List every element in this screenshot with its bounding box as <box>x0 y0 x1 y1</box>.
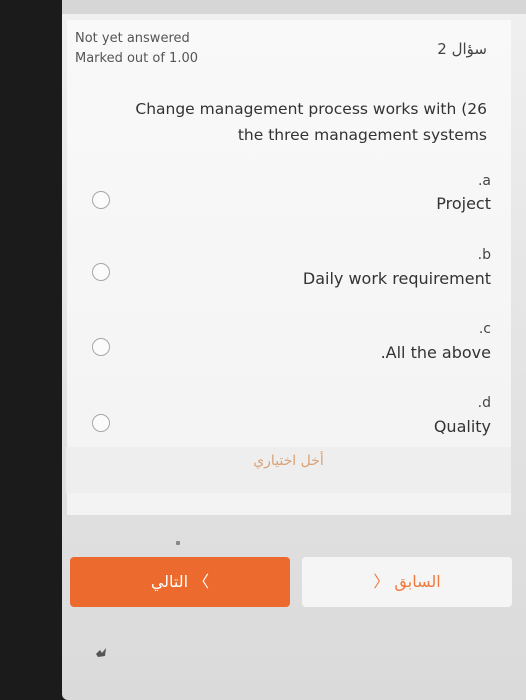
option-d[interactable]: .d Quality <box>67 392 511 452</box>
next-button[interactable]: التالي 〈 <box>70 557 290 607</box>
option-label-c: .All the above <box>380 343 491 362</box>
option-a[interactable]: .a Project <box>67 170 511 230</box>
option-letter-b: .b <box>477 247 491 263</box>
top-strip <box>62 0 526 14</box>
option-label-b: Daily work requirement <box>302 269 491 288</box>
question-text: Change management process works with (26… <box>97 96 487 148</box>
radio-button-b[interactable] <box>92 263 110 281</box>
option-letter-c: .c <box>478 321 491 337</box>
option-label-d: Quality <box>433 417 491 436</box>
question-text-line-2: the three management systems <box>237 126 487 144</box>
option-letter-d: .d <box>477 395 491 411</box>
option-letter-a: .a <box>477 173 491 189</box>
question-text-line-1: Change management process works with (26 <box>135 100 487 118</box>
question-marks: Marked out of 1.00 <box>75 51 199 66</box>
option-b[interactable]: .b Daily work requirement <box>67 244 511 304</box>
question-status: Not yet answered <box>75 31 190 46</box>
option-label-a: Project <box>436 194 491 213</box>
option-c[interactable]: .c .All the above <box>67 318 511 378</box>
question-info: Not yet answered Marked out of 1.00 <box>75 29 198 69</box>
radio-button-c[interactable] <box>92 338 110 356</box>
radio-button-a[interactable] <box>92 191 110 209</box>
small-mark <box>176 541 180 545</box>
question-number: سؤال 2 <box>437 40 487 58</box>
previous-button[interactable]: 〉 السابق <box>302 557 512 607</box>
clear-choice-link[interactable]: أخل اختياري <box>66 453 511 469</box>
radio-button-d[interactable] <box>92 414 110 432</box>
question-card: Not yet answered Marked out of 1.00 سؤال… <box>67 20 511 515</box>
pointer-icon <box>96 648 106 657</box>
